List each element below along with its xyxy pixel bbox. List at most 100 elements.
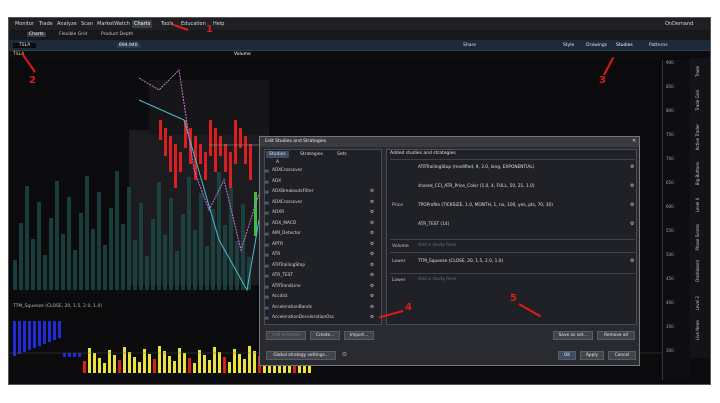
studies-button[interactable]: Studies: [616, 43, 633, 48]
squeeze-bar: [253, 351, 256, 373]
squeeze-bar: [118, 360, 121, 373]
squeeze-bar: [203, 355, 206, 373]
candle: [204, 152, 207, 180]
gear-icon[interactable]: ⚙: [630, 202, 634, 208]
added-study-item[interactable]: TPOProfile (TICKSIZE, 1.0, MONTH, 1, no,…: [418, 203, 553, 208]
study-list-item[interactable]: ATR: [272, 252, 280, 257]
volume-bar: [199, 193, 203, 290]
drawings-button[interactable]: Drawings: [586, 43, 607, 48]
share-button[interactable]: Share: [463, 43, 476, 48]
squeeze-bar: [133, 357, 136, 373]
study-icon: ▤: [265, 273, 269, 278]
tab-charts[interactable]: Charts: [27, 32, 46, 37]
gear-icon[interactable]: ⚙: [630, 183, 634, 189]
menu-charts[interactable]: Charts: [132, 20, 153, 28]
study-list-item[interactable]: AccelerationDecelerationOsc: [272, 315, 334, 320]
volume-bar: [85, 176, 89, 290]
menu-monitor[interactable]: Monitor: [15, 21, 34, 27]
lower2-drop-zone[interactable]: Add a study here: [418, 277, 456, 283]
gear-icon[interactable]: ⚙: [370, 221, 374, 226]
study-list-item[interactable]: AMI_Detector: [272, 231, 301, 236]
study-icon: ▤: [265, 315, 269, 320]
tab-strategies[interactable]: Strategies: [297, 151, 326, 158]
study-list-item[interactable]: ADX_MACD: [272, 221, 296, 226]
study-list-item[interactable]: AccelerationBands: [272, 305, 312, 310]
add-selected-button[interactable]: Add selected: [266, 331, 306, 340]
squeeze-bar: [143, 349, 146, 373]
tab-flexible-grid[interactable]: Flexible Grid: [59, 32, 87, 37]
gear-icon[interactable]: ⚙: [370, 315, 374, 320]
symbol-input[interactable]: TSLA: [13, 43, 37, 48]
save-as-set-button[interactable]: Save as set...: [553, 331, 593, 340]
squeeze-bar: [93, 353, 96, 373]
gear-icon[interactable]: ⚙: [370, 231, 374, 236]
squeeze-bar: [218, 352, 221, 373]
gear-icon[interactable]: ⚙: [370, 210, 374, 215]
gear-icon[interactable]: ⚙: [370, 305, 374, 310]
import-button[interactable]: Import...: [344, 331, 374, 340]
study-list-item[interactable]: Accdist: [272, 294, 287, 299]
study-list-item[interactable]: ADXBreakoutsFilter: [272, 189, 313, 194]
axis-tick-label: 850: [666, 84, 674, 89]
added-study-item[interactable]: ATRTrailingStop (modified, 9, 3.0, long,…: [418, 165, 534, 170]
cancel-button[interactable]: Cancel: [608, 351, 636, 360]
squeeze-bar: [248, 346, 251, 373]
side-tab-active-trader[interactable]: Active Trader: [695, 124, 700, 150]
menu-analyze[interactable]: Analyze: [57, 21, 77, 27]
study-list-item[interactable]: ADXR: [272, 210, 284, 215]
squeeze-bar: [198, 350, 201, 373]
volume-bar: [163, 235, 167, 290]
divider: [390, 239, 635, 240]
tab-studies[interactable]: Studies: [266, 151, 289, 158]
study-list-item[interactable]: ATR_TEST: [272, 273, 293, 278]
style-button[interactable]: Style: [563, 43, 574, 48]
study-list-item[interactable]: ADX: [272, 179, 281, 184]
menu-tools[interactable]: Tools: [161, 21, 173, 27]
gear-icon[interactable]: ⚙: [370, 273, 374, 278]
gear-icon[interactable]: ⚙: [630, 258, 634, 264]
search-input[interactable]: A: [276, 160, 279, 166]
study-list-item[interactable]: ADXCrossover: [272, 168, 302, 173]
menu-trade[interactable]: Trade: [39, 21, 53, 27]
gear-icon[interactable]: ⚙: [370, 294, 374, 299]
tab-product-depth[interactable]: Product Depth: [101, 32, 133, 37]
close-icon[interactable]: ✕: [632, 139, 636, 144]
gear-icon[interactable]: ⚙: [370, 284, 374, 289]
ok-button[interactable]: OK: [558, 351, 576, 360]
added-study-item[interactable]: shared_CCI_ATR_Price_Color (1.0, 4, FULL…: [418, 184, 535, 189]
gear-icon[interactable]: ⚙: [370, 189, 374, 194]
volume-bar: [43, 255, 47, 290]
gear-icon[interactable]: ⚙: [370, 252, 374, 257]
added-study-item[interactable]: ATR_TEST (14): [418, 222, 449, 227]
remove-all-button[interactable]: Remove all: [597, 331, 635, 340]
lower-study-label: TTM_Squeeze (CLOSE, 20, 1.5, 2.0, 1.0): [13, 304, 103, 309]
help-icon[interactable]: ⊙: [342, 352, 347, 358]
gear-icon[interactable]: ⚙: [370, 200, 374, 205]
ondemand-button[interactable]: OnDemand: [665, 21, 693, 27]
create-button[interactable]: Create...: [310, 331, 340, 340]
volume-bar: [103, 245, 107, 290]
study-list-item[interactable]: ADXCrossover: [272, 200, 302, 205]
apply-button[interactable]: Apply: [580, 351, 604, 360]
gear-icon[interactable]: ⚙: [630, 221, 634, 227]
menu-scan[interactable]: Scan: [81, 21, 93, 27]
study-list-item[interactable]: APTR: [272, 242, 283, 247]
gear-icon[interactable]: ⚙: [370, 263, 374, 268]
menu-education[interactable]: Education: [181, 21, 206, 27]
menu-help[interactable]: Help: [213, 21, 224, 27]
global-strategy-settings-button[interactable]: Global strategy settings...: [266, 351, 336, 360]
tab-sets[interactable]: Sets: [334, 151, 350, 158]
study-list-item[interactable]: ATRTrailingStop: [272, 263, 305, 268]
menu-marketwatch[interactable]: MarketWatch: [97, 21, 130, 27]
gear-icon[interactable]: ⚙: [370, 242, 374, 247]
added-study-ttm-squeeze[interactable]: TTM_Squeeze (CLOSE, 20, 1.5, 2.0, 1.0): [418, 259, 503, 264]
study-list-item[interactable]: ATRTrendLine: [272, 284, 301, 289]
squeeze-bar: [128, 352, 131, 373]
volume-bar: [187, 177, 191, 290]
dialog-title-bar: Edit Studies and Strategies ✕: [260, 137, 639, 147]
patterns-button[interactable]: Patterns: [649, 43, 668, 48]
side-tab-trade[interactable]: Trade: [695, 66, 700, 77]
volume-drop-zone[interactable]: Add a study here: [418, 243, 456, 249]
gear-icon[interactable]: ⚙: [630, 164, 634, 170]
squeeze-bar: [103, 363, 106, 373]
